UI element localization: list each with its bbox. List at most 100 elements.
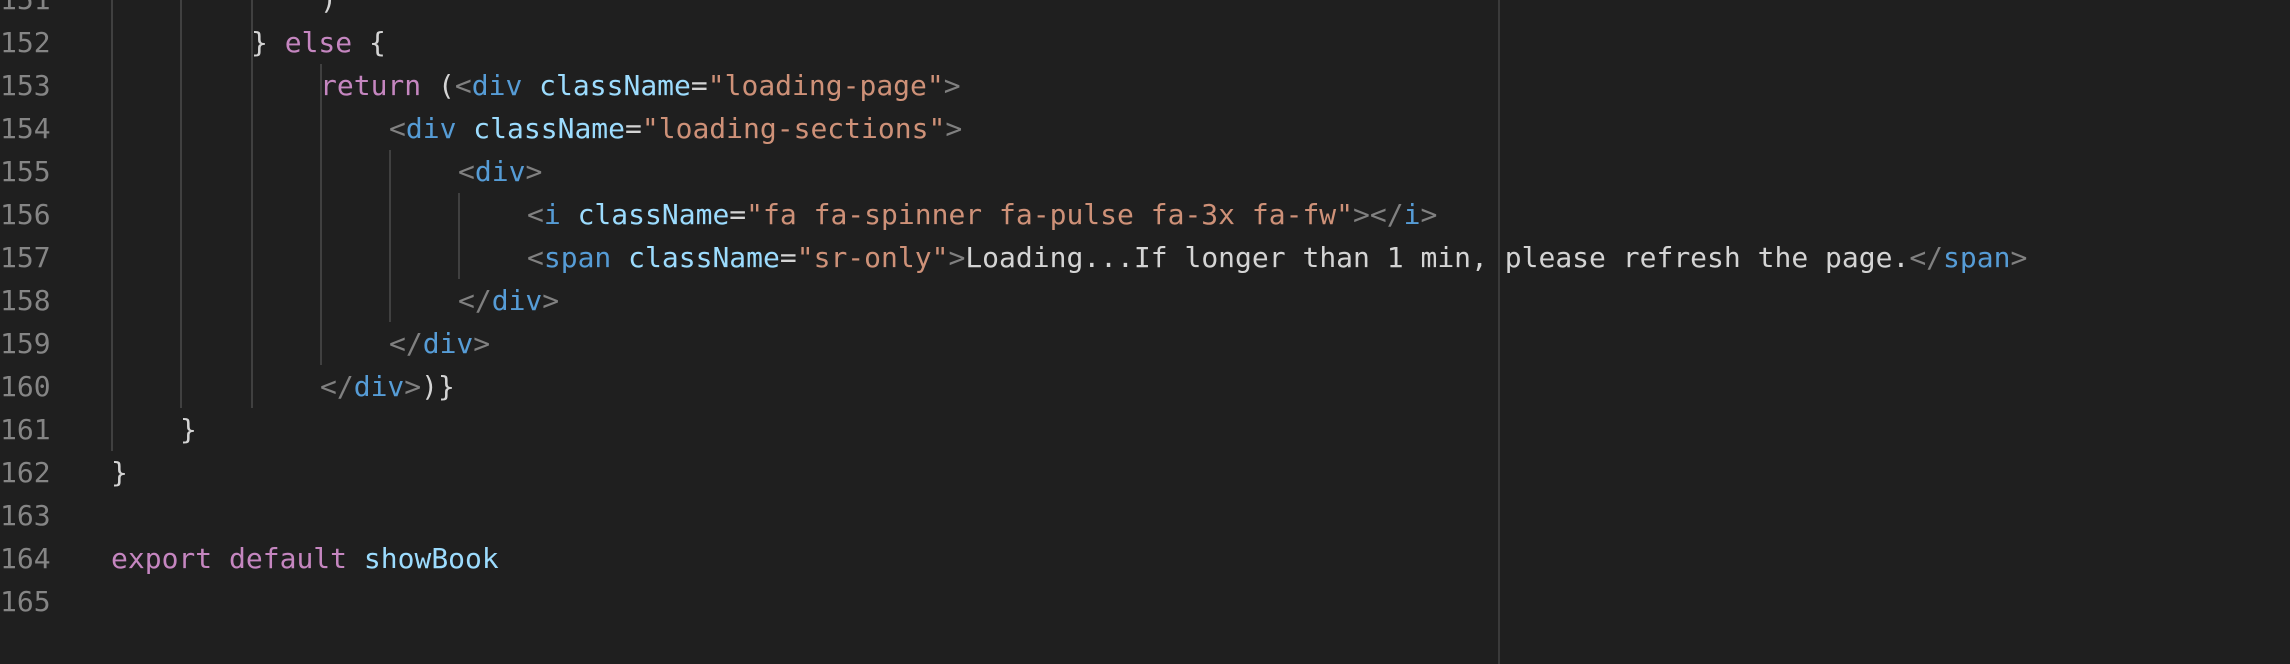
code-token: > [945, 112, 963, 145]
line-number: 164 [0, 542, 51, 575]
code-token: > [525, 155, 543, 188]
code-token: = [779, 241, 797, 274]
code-line[interactable]: 154 <div className="loading-sections"> [0, 107, 2290, 150]
indent-guide [111, 107, 113, 150]
code-text[interactable]: <div> [458, 150, 542, 193]
code-line[interactable]: 152} else { [0, 21, 2290, 64]
line-number: 162 [0, 456, 51, 489]
code-line[interactable]: 156 <i className="fa fa-spinner fa-pulse … [0, 193, 2290, 236]
code-line[interactable]: 160 </div>)} [0, 365, 2290, 408]
code-token: = [625, 112, 642, 145]
indent-guide [320, 279, 322, 322]
code-line[interactable]: 159 </div> [0, 322, 2290, 365]
code-token: > [948, 241, 966, 274]
code-line[interactable]: 161} [0, 408, 2290, 451]
code-text[interactable]: <div className="loading-sections"> [389, 107, 962, 150]
code-editor[interactable]: 151)152} else {153return (<div className… [0, 0, 2290, 664]
line-number: 165 [0, 585, 51, 618]
indent-guide [111, 64, 113, 107]
code-token: className [628, 241, 780, 274]
indent-guide [111, 279, 113, 322]
code-line[interactable]: 165 [0, 580, 2290, 623]
code-text[interactable]: export default showBook [111, 537, 499, 580]
code-token: </ [458, 284, 492, 317]
code-token: } [251, 26, 285, 59]
code-token: } [111, 456, 128, 489]
indent-guide [111, 0, 113, 21]
code-text[interactable]: } [111, 451, 128, 494]
code-line[interactable]: 155 <div> [0, 150, 2290, 193]
code-token: return [320, 69, 422, 102]
code-line[interactable]: 164 export default showBook [0, 537, 2290, 580]
code-token: "loading-page" [707, 69, 944, 102]
indent-guide [111, 236, 113, 279]
indent-guide [389, 236, 391, 279]
code-token: > [943, 69, 961, 102]
code-text[interactable]: } else { [251, 21, 386, 64]
indent-guide [180, 236, 182, 279]
indent-guide [180, 21, 182, 64]
indent-guide [458, 193, 460, 236]
code-line[interactable]: 158 </div> [0, 279, 2290, 322]
code-token: </ [1909, 241, 1944, 274]
code-token: className [539, 69, 691, 102]
indent-guide [180, 107, 182, 150]
indent-guide [251, 365, 253, 408]
code-text[interactable]: </div> [458, 279, 559, 322]
indent-guide [111, 408, 113, 451]
code-token: = [729, 198, 747, 231]
line-number: 161 [0, 413, 51, 446]
indent-guide [251, 150, 253, 193]
indent-guide [180, 150, 182, 193]
line-number: 153 [0, 69, 51, 102]
indent-guide [111, 150, 113, 193]
code-token: )} [421, 370, 455, 403]
code-text[interactable]: </div> [389, 322, 490, 365]
code-token: div [405, 112, 457, 145]
indent-guide [251, 236, 253, 279]
indent-guide [458, 236, 460, 279]
code-token: className [577, 198, 730, 231]
code-line[interactable]: 151) [0, 0, 2290, 21]
code-text[interactable]: <i className="fa fa-spinner fa-pulse fa-… [527, 193, 1437, 236]
code-token: < [389, 112, 406, 145]
indent-guide [180, 193, 182, 236]
code-text[interactable]: <span className="sr-only">Loading...If l… [527, 236, 2027, 279]
code-token: span [1943, 241, 2011, 274]
indent-guide [180, 279, 182, 322]
indent-guide [389, 193, 391, 236]
indent-guide [111, 322, 113, 365]
code-text[interactable]: ) [320, 0, 337, 21]
code-line[interactable]: 162} [0, 451, 2290, 494]
code-line[interactable]: 153 return (<div className="loading-page"… [0, 64, 2290, 107]
code-token: </ [389, 327, 423, 360]
code-token: { [352, 26, 386, 59]
indent-guide [111, 193, 113, 236]
code-text[interactable]: </div>)} [320, 365, 455, 408]
code-token: > [473, 327, 491, 360]
code-token: = [690, 69, 708, 102]
indent-guide [180, 322, 182, 365]
code-token: "fa fa-spinner fa-pulse fa-3x fa-fw" [746, 198, 1354, 231]
indent-guide [320, 107, 322, 150]
line-number: 163 [0, 499, 51, 532]
code-token: default [229, 542, 348, 575]
code-token: ( [421, 69, 455, 102]
line-number: 156 [0, 198, 51, 231]
indent-guide [320, 322, 322, 365]
line-number: 152 [0, 26, 51, 59]
code-line[interactable]: 163 [0, 494, 2290, 537]
code-token: else [284, 26, 353, 59]
code-text[interactable]: } [180, 408, 197, 451]
code-token: < [527, 198, 544, 231]
code-token: > [2010, 241, 2028, 274]
code-token: ) [320, 0, 337, 16]
indent-guide [111, 365, 113, 408]
code-text[interactable]: return (<div className="loading-page"> [320, 64, 961, 107]
code-token: div [353, 370, 405, 403]
code-line[interactable]: 157 <span className="sr-only">Loading...I… [0, 236, 2290, 279]
